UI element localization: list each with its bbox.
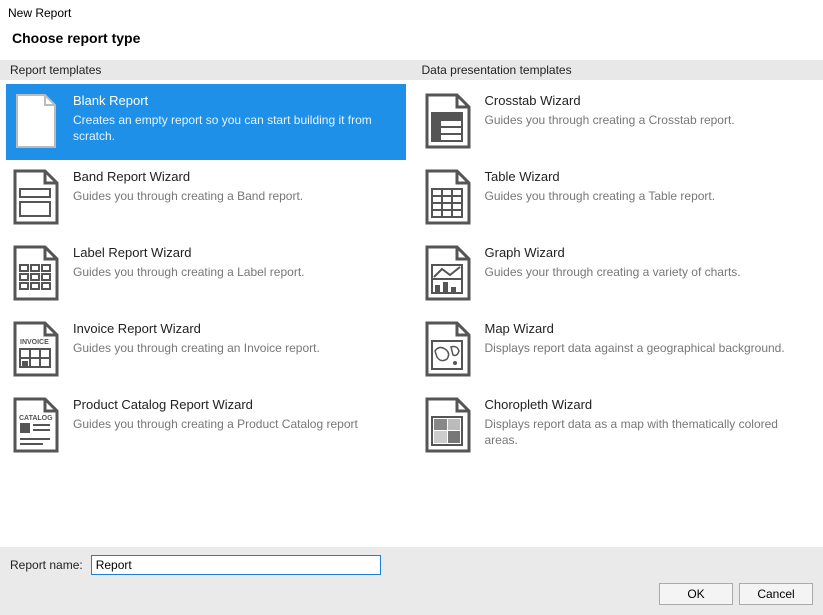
template-item-desc: Displays report data against a geographi… — [485, 340, 811, 356]
template-item-desc: Guides you through creating a Product Ca… — [73, 416, 399, 432]
report-name-input[interactable] — [91, 555, 381, 575]
page-heading: Choose report type — [0, 22, 823, 60]
template-item-title: Product Catalog Report Wizard — [73, 397, 399, 412]
catalog-icon: CATALOG — [13, 397, 59, 453]
template-item-table-wizard[interactable]: Table Wizard Guides you through creating … — [418, 160, 818, 236]
template-item-desc: Displays report data as a map with thema… — [485, 416, 811, 448]
svg-text:CATALOG: CATALOG — [19, 415, 53, 422]
data-presentation-column: Data presentation templates Crosstab Wiz… — [412, 60, 823, 468]
footer-bar: Report name: OK Cancel — [0, 547, 823, 615]
template-item-title: Choropleth Wizard — [485, 397, 811, 412]
report-name-label: Report name: — [10, 558, 83, 572]
template-item-title: Blank Report — [73, 93, 399, 108]
crosstab-icon — [425, 93, 471, 149]
table-icon — [425, 169, 471, 225]
template-item-desc: Guides you through creating a Table repo… — [485, 188, 811, 204]
template-item-title: Band Report Wizard — [73, 169, 399, 184]
ok-button[interactable]: OK — [659, 583, 733, 605]
cancel-button[interactable]: Cancel — [739, 583, 813, 605]
template-item-desc: Guides you through creating an Invoice r… — [73, 340, 399, 356]
band-icon — [13, 169, 59, 225]
graph-icon — [425, 245, 471, 301]
template-item-blank-report[interactable]: Blank Report Creates an empty report so y… — [6, 84, 406, 160]
report-templates-header: Report templates — [0, 60, 412, 80]
template-item-desc: Guides you through creating a Crosstab r… — [485, 112, 811, 128]
template-item-title: Label Report Wizard — [73, 245, 399, 260]
template-item-desc: Guides you through creating a Label repo… — [73, 264, 399, 280]
template-item-band-report-wizard[interactable]: Band Report Wizard Guides you through cre… — [6, 160, 406, 236]
svg-text:INVOICE: INVOICE — [20, 339, 49, 346]
template-item-title: Graph Wizard — [485, 245, 811, 260]
template-item-crosstab-wizard[interactable]: Crosstab Wizard Guides you through creati… — [418, 84, 818, 160]
template-item-desc: Guides you through creating a Band repor… — [73, 188, 399, 204]
label-icon — [13, 245, 59, 301]
template-item-graph-wizard[interactable]: Graph Wizard Guides your through creating… — [418, 236, 818, 312]
template-item-title: Map Wizard — [485, 321, 811, 336]
template-item-choropleth-wizard[interactable]: Choropleth Wizard Displays report data as… — [418, 388, 818, 464]
template-item-desc: Creates an empty report so you can start… — [73, 112, 399, 144]
template-item-title: Crosstab Wizard — [485, 93, 811, 108]
map-icon — [425, 321, 471, 377]
template-item-product-catalog-report-wizard[interactable]: CATALOG Product Catalog Report Wizard Gui… — [6, 388, 406, 464]
template-item-title: Table Wizard — [485, 169, 811, 184]
choropleth-icon — [425, 397, 471, 453]
blank-icon — [13, 93, 59, 149]
window-title: New Report — [0, 0, 823, 22]
invoice-icon: INVOICE — [13, 321, 59, 377]
report-templates-column: Report templates Blank Report Creates an … — [0, 60, 412, 468]
template-item-label-report-wizard[interactable]: Label Report Wizard Guides you through cr… — [6, 236, 406, 312]
data-presentation-header: Data presentation templates — [412, 60, 823, 80]
template-item-desc: Guides your through creating a variety o… — [485, 264, 811, 280]
template-item-invoice-report-wizard[interactable]: INVOICE Invoice Report Wizard Guides you … — [6, 312, 406, 388]
template-item-map-wizard[interactable]: Map Wizard Displays report data against a… — [418, 312, 818, 388]
template-item-title: Invoice Report Wizard — [73, 321, 399, 336]
